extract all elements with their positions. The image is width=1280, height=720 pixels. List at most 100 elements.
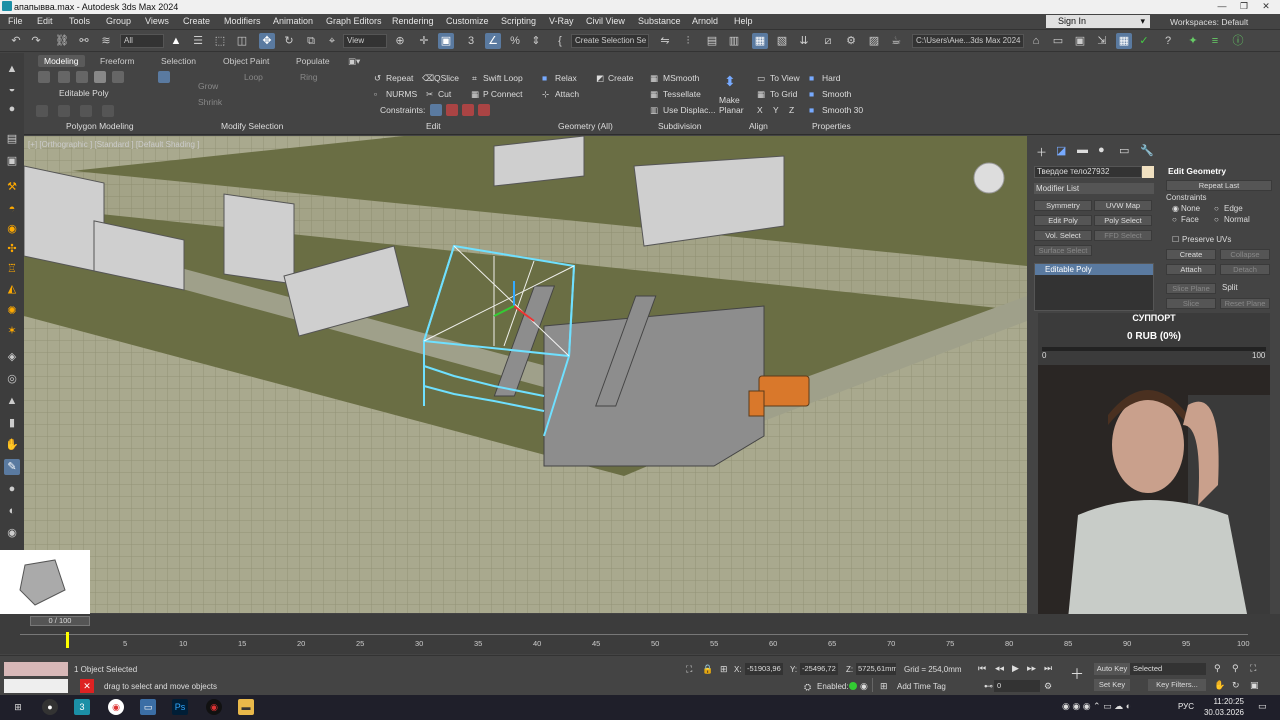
time-slider[interactable]: 0 / 100 bbox=[30, 616, 90, 626]
edit-named-selection-icon[interactable]: { bbox=[552, 33, 568, 49]
hand-icon[interactable]: ✋ bbox=[4, 437, 20, 453]
use-displacement-button[interactable]: Use Displac... bbox=[663, 105, 715, 115]
teapot-icon[interactable]: ◉ bbox=[4, 221, 20, 237]
menu-create[interactable]: Create bbox=[183, 16, 210, 26]
menu-graph-editors[interactable]: Graph Editors bbox=[326, 16, 382, 26]
y-coordinate[interactable]: -25496,72 bbox=[800, 663, 838, 675]
field-of-view-icon[interactable]: ⛶ bbox=[1250, 663, 1256, 674]
menu-modifiers[interactable]: Modifiers bbox=[224, 16, 261, 26]
stack-item-editable-poly[interactable]: Editable Poly bbox=[1035, 264, 1153, 275]
menu-substance[interactable]: Substance bbox=[638, 16, 681, 26]
set-key-icon[interactable]: ＋ bbox=[1070, 664, 1086, 682]
select-and-place-icon[interactable]: ⌖ bbox=[324, 33, 340, 49]
menu-file[interactable]: File bbox=[8, 16, 23, 26]
menu-civil-view[interactable]: Civil View bbox=[586, 16, 625, 26]
time-tag-icon[interactable]: ⊞ bbox=[880, 681, 888, 692]
curve-editor-icon[interactable]: ▧ bbox=[774, 33, 790, 49]
smooth30-icon[interactable]: ■ bbox=[809, 105, 814, 115]
panel-geometry-all[interactable]: Geometry (All) bbox=[558, 121, 613, 131]
create-panel-icon[interactable]: ＋ bbox=[1036, 144, 1047, 160]
sun-icon[interactable]: ✺ bbox=[4, 303, 20, 319]
sign-in-button[interactable]: Sign In ▾ bbox=[1046, 15, 1150, 28]
smooth-icon[interactable]: ■ bbox=[809, 89, 814, 99]
loop-button[interactable]: Loop bbox=[244, 72, 263, 82]
attach-button[interactable]: Attach bbox=[555, 89, 579, 99]
notification-icon[interactable]: ▭ bbox=[1258, 701, 1267, 712]
detach-button[interactable]: Detach bbox=[1220, 264, 1270, 275]
schematic-view-icon[interactable]: ⇊ bbox=[796, 33, 812, 49]
poly-tool-icon[interactable] bbox=[102, 105, 114, 117]
collapse-button[interactable]: Collapse bbox=[1220, 249, 1270, 260]
import-icon[interactable]: ⇲ bbox=[1094, 33, 1110, 49]
dome-icon[interactable]: ◭ bbox=[4, 281, 20, 297]
sync-icon[interactable]: ✓ bbox=[1136, 33, 1152, 49]
align-z-button[interactable]: Z bbox=[789, 105, 794, 115]
cut-button[interactable]: Cut bbox=[438, 89, 451, 99]
torus-icon[interactable]: ◎ bbox=[4, 371, 20, 387]
repeat-last-button[interactable]: Repeat Last bbox=[1166, 180, 1272, 191]
paint-icon[interactable]: ✎ bbox=[4, 459, 20, 475]
app-icon[interactable]: ● bbox=[42, 699, 58, 715]
next-frame-icon[interactable]: ▸▸ bbox=[1027, 663, 1036, 674]
explorer-taskbar-icon[interactable]: ▬ bbox=[238, 699, 254, 715]
mirror-icon[interactable]: ⇋ bbox=[657, 33, 673, 49]
maxscript-listener[interactable] bbox=[4, 662, 68, 676]
smooth30-button[interactable]: Smooth 30 bbox=[822, 105, 863, 115]
plugins-icon[interactable]: ✦ bbox=[1185, 33, 1201, 49]
camera-icon[interactable]: ◉ bbox=[4, 525, 20, 541]
utilities-panel-icon[interactable]: 🔧 bbox=[1140, 144, 1154, 157]
to-grid-button[interactable]: To Grid bbox=[770, 89, 797, 99]
scene-explorer-icon[interactable]: ▤ bbox=[704, 33, 720, 49]
relax-icon[interactable]: ■ bbox=[542, 73, 547, 83]
tessellate-button[interactable]: Tessellate bbox=[663, 89, 701, 99]
zoom-icon[interactable]: ⚲ bbox=[1214, 663, 1221, 674]
cube-icon[interactable]: ◈ bbox=[4, 349, 20, 365]
go-to-start-icon[interactable]: ⏮ bbox=[978, 663, 986, 674]
poly-select-button[interactable]: Poly Select bbox=[1094, 215, 1152, 226]
modifier-list-dropdown[interactable]: Modifier List bbox=[1034, 183, 1154, 194]
tab-object-paint[interactable]: Object Paint bbox=[217, 55, 275, 67]
obs-taskbar-icon[interactable]: ◉ bbox=[206, 699, 222, 715]
link-icon[interactable]: ⛓ bbox=[54, 33, 70, 49]
poly-tool-icon[interactable] bbox=[58, 105, 70, 117]
select-icon[interactable]: ▲ bbox=[4, 61, 20, 77]
shrink-button[interactable]: Shrink bbox=[198, 97, 222, 107]
surface-select-button[interactable]: Surface Select bbox=[1034, 245, 1092, 256]
clock-date[interactable]: 30.03.2026 bbox=[1196, 708, 1244, 717]
ball-icon[interactable]: ● bbox=[4, 481, 20, 497]
maxscript-input[interactable] bbox=[4, 679, 68, 693]
select-by-name-icon[interactable]: ☰ bbox=[190, 33, 206, 49]
save-file-icon[interactable]: ▣ bbox=[1072, 33, 1088, 49]
rectangular-selection-icon[interactable]: ⬚ bbox=[212, 33, 228, 49]
orbit-icon[interactable]: ◒ bbox=[4, 81, 20, 97]
tessellate-icon[interactable]: ▦ bbox=[650, 89, 658, 100]
tab-selection[interactable]: Selection bbox=[155, 55, 202, 67]
viewport[interactable]: [+] [Orthographic ] [Standard ] [Default… bbox=[24, 136, 1027, 613]
constraint-none-icon[interactable] bbox=[430, 104, 442, 116]
clock-time[interactable]: 11:20:25 bbox=[1200, 697, 1244, 706]
timeline[interactable]: 0 / 100 5 10 15 20 25 30 35 40 45 50 55 … bbox=[0, 614, 1280, 654]
menu-list-icon[interactable]: ≡ bbox=[1207, 33, 1223, 49]
hammer-icon[interactable]: ⚒ bbox=[4, 179, 20, 195]
maximize-icon[interactable]: ❐ bbox=[1234, 1, 1254, 12]
set-key-button[interactable]: Set Key bbox=[1094, 679, 1130, 691]
angle-snap-icon[interactable]: ∠ bbox=[485, 33, 501, 49]
workspaces-dropdown[interactable]: Workspaces: Default bbox=[1170, 17, 1248, 27]
grow-button[interactable]: Grow bbox=[198, 81, 218, 91]
nurms-icon[interactable]: ▫ bbox=[374, 89, 377, 99]
cone-icon[interactable]: ▲ bbox=[4, 393, 20, 409]
render-production-icon[interactable]: ☕ bbox=[888, 33, 904, 49]
repeat-button[interactable]: Repeat bbox=[386, 73, 413, 83]
menu-tools[interactable]: Tools bbox=[69, 16, 90, 26]
radio-none[interactable]: ◉ bbox=[1172, 204, 1179, 213]
close-icon[interactable]: ✕ bbox=[80, 679, 94, 693]
spinner-snap-icon[interactable]: ⇕ bbox=[528, 33, 544, 49]
poly-tool-icon[interactable] bbox=[36, 105, 48, 117]
absolute-mode-icon[interactable]: ⊞ bbox=[720, 664, 728, 675]
repeat-icon[interactable]: ↺ bbox=[374, 73, 381, 84]
display-panel-icon[interactable]: ▭ bbox=[1119, 144, 1129, 157]
reset-plane-button[interactable]: Reset Plane bbox=[1220, 298, 1270, 309]
play-icon[interactable]: ▶ bbox=[1012, 663, 1019, 674]
create-button[interactable]: Create bbox=[608, 73, 634, 83]
add-time-tag[interactable]: Add Time Tag bbox=[897, 682, 946, 691]
